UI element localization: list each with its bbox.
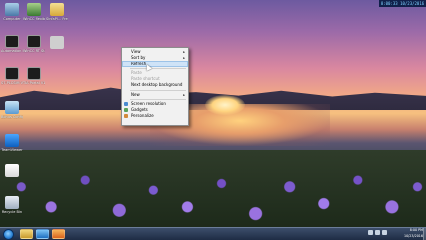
desktop-icon-automation-license[interactable]: Automation License M... <box>1 35 23 53</box>
ie-icon[interactable] <box>36 229 49 239</box>
desktop-icon-label: SinfaPl... Free Calen <box>46 17 68 21</box>
menu-item-label: Paste <box>131 70 142 76</box>
desktop-icon-label: S7-PLCSIM V13 <box>1 81 23 85</box>
desktop-icon-label: TIA Portal V13 <box>23 81 45 85</box>
computer-icon <box>5 3 19 16</box>
menu-separator <box>130 89 186 91</box>
monitor-icon <box>124 101 128 106</box>
tray-network-icon[interactable] <box>375 230 380 235</box>
menu-item-label: Gadgets <box>131 106 148 112</box>
overlay-time-date: 8:00:33 10/23/2016 <box>380 1 425 6</box>
clock-date: 10/23/2016 <box>403 233 423 238</box>
desktop-context-menu: View ▸ Sort by ▸ Refresh Paste Paste short… <box>121 47 189 126</box>
desktop-icon-computer[interactable]: Computer <box>1 3 23 21</box>
menu-item-label: Screen resolution <box>131 100 166 106</box>
menu-item-refresh[interactable]: Refresh <box>122 61 188 68</box>
menu-item-label: New <box>131 91 140 97</box>
desktop-icon-free-calendar[interactable]: SinfaPl... Free Calen <box>46 3 68 21</box>
menu-item-label: Next desktop background <box>131 82 183 88</box>
file-icon <box>5 164 19 177</box>
menu-item-personalize[interactable]: Personalize <box>122 113 188 119</box>
desktop-icon-file[interactable] <box>1 164 23 178</box>
configurator-icon <box>5 101 19 114</box>
recording-time-overlay: 8:00:33 10/23/2016 <box>379 0 426 7</box>
gadgets-icon <box>124 107 128 112</box>
menu-item-label: Sort by <box>131 55 146 61</box>
desktop-icon-label: Recycle Bin <box>1 210 23 214</box>
desktop-icon-wincc-flexible[interactable]: WinCC flexible... <box>23 3 45 21</box>
desktop-icon-configurator[interactable]: Bonus Configurator <box>1 101 23 119</box>
folder-icon <box>50 3 64 16</box>
personalize-icon <box>124 113 128 118</box>
menu-item-label: View <box>131 49 141 54</box>
tray-volume-icon[interactable] <box>382 230 387 235</box>
desktop-wallpaper[interactable]: Computer WinCC flexible... SinfaPl... Fr… <box>0 0 426 227</box>
media-icon[interactable] <box>52 229 65 239</box>
menu-item-new[interactable]: New ▸ <box>122 92 188 98</box>
desktop-icon-label: WinCC RT Start <box>23 49 45 53</box>
desktop-icon-wincc-rt-start[interactable]: WinCC RT Start <box>23 35 45 53</box>
recycle-bin-icon <box>5 196 19 209</box>
taskbar: 8:00 PM 10/23/2016 <box>0 227 426 240</box>
desktop-icon-recycle-bin[interactable]: Recycle Bin <box>1 196 23 214</box>
desktop-icon-teamviewer[interactable]: TeamViewer <box>1 134 23 152</box>
menu-item-label: Paste shortcut <box>131 76 160 82</box>
desktop-icon-label: Automation License M... <box>1 49 23 53</box>
wincc-icon <box>27 35 41 48</box>
desktop-icon-blank[interactable] <box>46 36 68 50</box>
menu-separator <box>130 98 186 100</box>
tray-flag-icon[interactable] <box>368 230 373 235</box>
submenu-arrow-icon: ▸ <box>183 92 185 97</box>
explorer-icon[interactable] <box>20 229 33 239</box>
desktop-icon-plcsim[interactable]: S7-PLCSIM V13 <box>1 67 23 85</box>
wallpaper-sun <box>205 95 245 115</box>
desktop-icon-tia-portal[interactable]: TIA Portal V13 <box>23 67 45 85</box>
plcsim-icon <box>5 67 19 80</box>
taskbar-clock[interactable]: 8:00 PM 10/23/2016 <box>401 228 423 239</box>
wallpaper-flowers <box>0 160 426 227</box>
blank-icon <box>50 36 64 49</box>
menu-separator <box>130 68 186 70</box>
desktop-icon-label: TeamViewer <box>1 148 23 152</box>
tia-icon <box>27 67 41 80</box>
start-icon[interactable] <box>3 228 14 240</box>
desktop-icon-label: WinCC flexible... <box>23 17 45 21</box>
shield-icon <box>27 3 41 16</box>
system-tray <box>366 229 406 239</box>
menu-item-next-desktop-background[interactable]: Next desktop background <box>122 82 188 88</box>
desktop-icon-label: Computer <box>3 17 21 21</box>
desktop-icon-label: Bonus Configurator <box>1 115 23 119</box>
license-icon <box>5 35 19 48</box>
menu-item-label: Personalize <box>131 112 154 118</box>
teamviewer-icon <box>5 134 19 147</box>
